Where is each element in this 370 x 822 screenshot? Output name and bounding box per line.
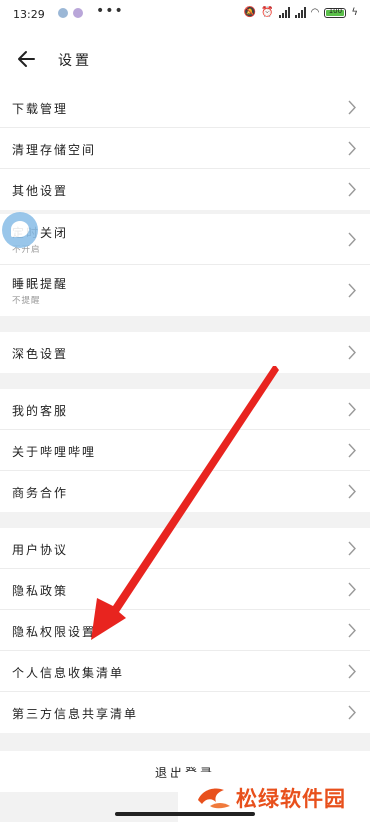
settings-item-label: 商务合作 bbox=[12, 486, 69, 500]
settings-item-label: 隐私权限设置 bbox=[12, 625, 97, 639]
settings-item-business[interactable]: 商务合作 bbox=[0, 471, 370, 512]
chevron-right-icon bbox=[348, 345, 356, 360]
chevron-right-icon bbox=[348, 705, 356, 720]
settings-item-timed-close[interactable]: 定时关闭 不开启 bbox=[0, 214, 370, 265]
settings-item-about[interactable]: 关于哔哩哔哩 bbox=[0, 430, 370, 471]
watermark-logo-icon bbox=[198, 788, 230, 809]
status-time: 13:29 bbox=[13, 8, 45, 21]
settings-item-label: 下载管理 bbox=[12, 102, 69, 116]
chevron-right-icon bbox=[348, 582, 356, 597]
chat-bubble-icon bbox=[11, 221, 29, 237]
settings-group-timer: 定时关闭 不开启 睡眠提醒 不提醒 bbox=[0, 214, 370, 316]
settings-item-label: 清理存储空间 bbox=[12, 143, 97, 157]
settings-item-customer-service[interactable]: 我的客服 bbox=[0, 389, 370, 430]
app-header: 设置 bbox=[0, 32, 370, 87]
floating-assistant-icon[interactable] bbox=[2, 212, 38, 248]
signal-icon bbox=[278, 7, 290, 18]
battery-icon: 100 bbox=[324, 6, 347, 18]
settings-item-other-settings[interactable]: 其他设置 bbox=[0, 169, 370, 210]
chevron-right-icon bbox=[348, 100, 356, 115]
settings-item-label: 我的客服 bbox=[12, 404, 69, 418]
settings-item-label: 深色设置 bbox=[12, 347, 69, 361]
chevron-right-icon bbox=[348, 541, 356, 556]
settings-item-third-party-sharing[interactable]: 第三方信息共享清单 bbox=[0, 692, 370, 733]
settings-item-sleep-reminder[interactable]: 睡眠提醒 不提醒 bbox=[0, 265, 370, 316]
chevron-right-icon bbox=[348, 402, 356, 417]
charging-icon: ϟ bbox=[351, 7, 358, 18]
settings-item-privacy-policy[interactable]: 隐私政策 bbox=[0, 569, 370, 610]
settings-item-user-agreement[interactable]: 用户协议 bbox=[0, 528, 370, 569]
chevron-right-icon bbox=[348, 623, 356, 638]
home-indicator[interactable] bbox=[115, 812, 255, 816]
chevron-right-icon bbox=[348, 443, 356, 458]
chevron-right-icon bbox=[348, 484, 356, 499]
watermark-text: 松绿软件园 bbox=[236, 787, 346, 811]
signal-icon bbox=[294, 7, 306, 18]
chevron-right-icon bbox=[348, 141, 356, 156]
settings-item-label: 个人信息收集清单 bbox=[12, 666, 125, 680]
settings-item-label: 用户协议 bbox=[12, 543, 69, 557]
settings-item-clear-storage[interactable]: 清理存储空间 bbox=[0, 128, 370, 169]
chevron-right-icon bbox=[348, 232, 356, 247]
more-notifications-icon: ••• bbox=[96, 3, 124, 19]
settings-item-label: 睡眠提醒 bbox=[12, 277, 69, 291]
settings-item-value: 不提醒 bbox=[12, 296, 41, 306]
settings-group-about: 我的客服 关于哔哩哔哩 商务合作 bbox=[0, 389, 370, 512]
settings-item-label: 其他设置 bbox=[12, 184, 69, 198]
wifi-icon: ◠ bbox=[310, 7, 320, 18]
status-bar: 13:29 ••• 🔕 ⏰ ◠ 100 ϟ bbox=[0, 0, 370, 32]
settings-item-privacy-permissions[interactable]: 隐私权限设置 bbox=[0, 610, 370, 651]
chevron-right-icon bbox=[348, 283, 356, 298]
app-notification-icon bbox=[73, 8, 83, 18]
settings-item-dark-mode[interactable]: 深色设置 bbox=[0, 332, 370, 373]
settings-group-appearance: 深色设置 bbox=[0, 332, 370, 373]
settings-group-privacy: 用户协议 隐私政策 隐私权限设置 个人信息收集清单 第三方信息共享清单 bbox=[0, 528, 370, 733]
settings-item-download-manager[interactable]: 下载管理 bbox=[0, 87, 370, 128]
chevron-right-icon bbox=[348, 182, 356, 197]
alarm-icon: ⏰ bbox=[261, 7, 274, 18]
settings-item-label: 隐私政策 bbox=[12, 584, 69, 598]
settings-item-label: 关于哔哩哔哩 bbox=[12, 445, 97, 459]
page-title: 设置 bbox=[58, 53, 92, 69]
battery-level: 100 bbox=[328, 6, 343, 15]
settings-item-personal-info-list[interactable]: 个人信息收集清单 bbox=[0, 651, 370, 692]
chevron-right-icon bbox=[348, 664, 356, 679]
settings-item-label: 第三方信息共享清单 bbox=[12, 707, 139, 721]
mute-icon: 🔕 bbox=[243, 7, 257, 18]
settings-group-storage: 下载管理 清理存储空间 其他设置 bbox=[0, 87, 370, 210]
back-arrow-icon[interactable] bbox=[14, 46, 40, 72]
app-notification-icon bbox=[58, 8, 68, 18]
